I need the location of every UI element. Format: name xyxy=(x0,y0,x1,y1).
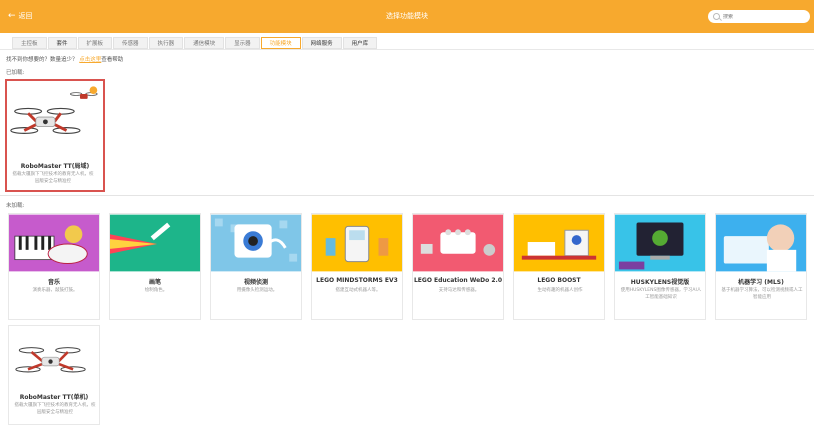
module-desc: 支持马达和传感器。 xyxy=(438,288,480,293)
module-card-lego-ev3[interactable]: LEGO MINDSTORMS EV3 搭建互动式机器人等。 xyxy=(311,213,403,320)
module-name: RoboMaster TT(单机) xyxy=(19,394,89,401)
module-desc: 演奏乐器，敲鼓打鼓。 xyxy=(32,288,78,293)
unloaded-section-label: 未加载: xyxy=(6,203,25,209)
module-name: LEGO Education WeDo 2.0 xyxy=(413,277,502,284)
module-desc: 搭载大疆旗下飞控技术的教育无人机，校园版安全与精准控 xyxy=(12,172,94,184)
module-card-pen[interactable]: 画笔 绘制角色。 xyxy=(109,213,201,320)
module-name: LEGO MINDSTORMS EV3 xyxy=(316,277,398,284)
help-link[interactable]: 点击这里 xyxy=(79,57,101,63)
lego-ev3-image xyxy=(312,214,402,272)
tab-network-services[interactable]: 网络服务 xyxy=(301,37,342,49)
module-card-video-sensing[interactable]: 视频侦测 用摄像头检测运动。 xyxy=(210,213,302,320)
module-desc: 搭载大疆旗下飞控技术的教育无人机，校园版安全与精准控 xyxy=(14,403,96,415)
robomaster-drone-image xyxy=(15,347,86,373)
tab-expansion[interactable]: 扩展板 xyxy=(77,37,113,49)
module-desc: 搭建互动式机器人等。 xyxy=(335,288,381,293)
module-name: 音乐 xyxy=(47,279,60,286)
tab-display[interactable]: 显示器 xyxy=(225,37,260,49)
module-name: 画笔 xyxy=(148,279,161,286)
search-icon xyxy=(713,13,720,20)
module-card-lego-wedo[interactable]: LEGO Education WeDo 2.0 支持马达和传感器。 xyxy=(412,213,504,320)
tab-communication[interactable]: 通信模块 xyxy=(184,37,225,49)
search-box[interactable] xyxy=(708,10,810,23)
pen-image xyxy=(110,214,200,272)
lego-boost-image xyxy=(514,214,604,272)
search-input[interactable] xyxy=(723,13,803,20)
top-bar: ← 返回 选择功能模块 xyxy=(0,0,814,33)
tab-kit[interactable]: 套件 xyxy=(47,37,77,49)
tab-function-modules[interactable]: 功能模块 xyxy=(260,37,301,49)
module-name: 机器学习 (MLS) xyxy=(738,279,784,286)
machine-learning-image xyxy=(716,214,806,272)
tab-main-board[interactable]: 主控板 xyxy=(12,37,47,49)
module-desc: 绘制角色。 xyxy=(144,288,168,293)
hint-text: 找不到你想要的？数量追少？ xyxy=(6,57,78,63)
video-sensing-image xyxy=(211,214,301,272)
module-card-lego-boost[interactable]: LEGO BOOST 生动有趣的机器人创作 xyxy=(513,213,605,320)
section-divider xyxy=(0,195,814,196)
hint-suffix: 查看帮助 xyxy=(101,57,124,63)
music-image xyxy=(9,214,99,272)
loaded-section-label: 已加载: xyxy=(6,70,25,76)
module-card-music[interactable]: 音乐 演奏乐器，敲鼓打鼓。 xyxy=(8,213,100,320)
page-title: 选择功能模块 xyxy=(386,12,428,20)
tabs-divider xyxy=(0,49,814,50)
module-name: 视频侦测 xyxy=(243,279,268,286)
module-name: HUSKYLENS视觉版 xyxy=(630,279,690,286)
tab-sensor[interactable]: 传感器 xyxy=(113,37,148,49)
module-card-machine-learning[interactable]: 机器学习 (MLS) 基于机器学习算法，可以检测视频或人工智能应用 xyxy=(715,213,807,320)
module-name: RoboMaster TT(局域) xyxy=(20,163,90,170)
module-card-huskylens[interactable]: HUSKYLENS视觉版 使用HUSKYLENS图像传感器，学习AI人工智能基础… xyxy=(614,213,706,320)
module-desc: 使用HUSKYLENS图像传感器，学习AI人工智能基础知识 xyxy=(620,288,702,300)
tab-actuator[interactable]: 执行器 xyxy=(148,37,184,49)
module-card-robomaster-tt-lan[interactable]: RoboMaster TT(局域) 搭载大疆旗下飞控技术的教育无人机，校园版安全… xyxy=(5,79,105,192)
module-desc: 生动有趣的机器人创作 xyxy=(537,288,583,293)
module-card-robomaster-tt-single[interactable]: RoboMaster TT(单机) 搭载大疆旗下飞控技术的教育无人机，校园版安全… xyxy=(8,325,100,425)
help-hint: 找不到你想要的？数量追少？ 点击这里查看帮助 xyxy=(6,55,123,63)
module-name: LEGO BOOST xyxy=(537,277,581,284)
module-desc: 基于机器学习算法，可以检测视频或人工智能应用 xyxy=(721,288,803,300)
tab-user-library[interactable]: 用户库 xyxy=(342,37,378,49)
robomaster-drone-image xyxy=(10,86,98,134)
huskylens-image xyxy=(615,214,705,272)
lego-wedo-image xyxy=(413,214,503,272)
module-desc: 用摄像头检测运动。 xyxy=(236,288,278,293)
